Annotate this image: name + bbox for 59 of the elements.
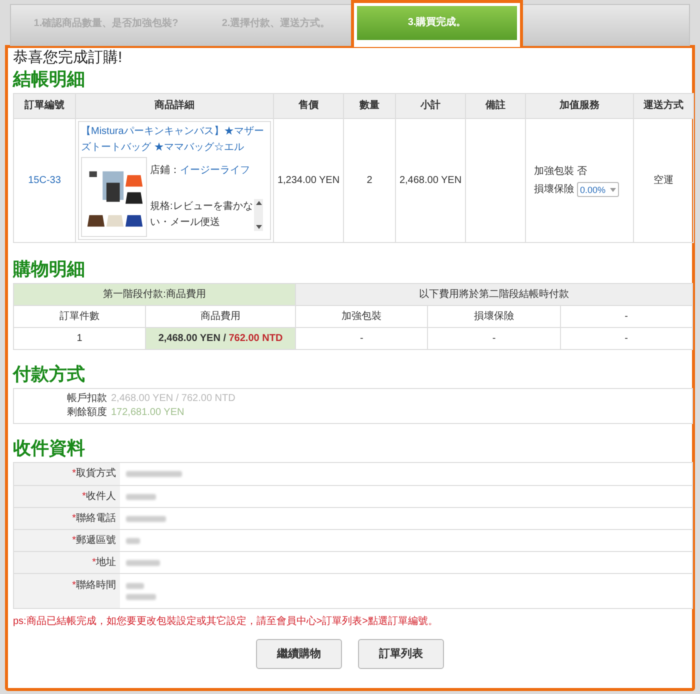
column-header: 損壞保險 [428, 306, 560, 328]
service-value: 否 [577, 164, 587, 178]
field-label: *收件人 [82, 490, 116, 504]
field-label: *地址 [92, 556, 116, 570]
column-header: 訂單編號 [14, 94, 76, 118]
notice-text: ps:商品已結帳完成，如您要更改包裝設定或其它設定，請至會員中心>訂單列表>點選訂單編號。 [13, 615, 440, 629]
redacted-value [126, 494, 156, 500]
service-label: 損壞保險 [534, 182, 574, 196]
spec-text: 規格:レビューを書かない・メール便送 [150, 200, 254, 230]
column-header: 數量 [344, 94, 396, 118]
redacted-value [126, 594, 156, 600]
price-cell: 2,468.00 YEN / 762.00 NTD [146, 328, 296, 350]
action-button[interactable]: 訂單列表 [358, 639, 444, 669]
action-button[interactable]: 繼續購物 [256, 639, 342, 669]
table-cell: 1,234.00 YEN [274, 118, 344, 242]
column-header: 訂單件數 [14, 306, 146, 328]
table-cell: 2 [344, 118, 396, 242]
column-header: 小計 [396, 94, 466, 118]
column-header: 運送方式 [634, 94, 694, 118]
field-label: *取貨方式 [72, 467, 116, 481]
field-label: 剩餘額度 [66, 406, 108, 420]
column-header: 售價 [274, 94, 344, 118]
section-title: 收件資料 [13, 437, 86, 460]
field-label: 帳戶扣款 [66, 392, 108, 406]
scrollbar-icon[interactable] [254, 199, 263, 231]
table-cell: - [428, 328, 560, 350]
product-title-link[interactable]: 【Misturaパーキンキャンバス】★マザーズトートバッグ ★ママバッグ☆エル [81, 124, 268, 156]
service-label: 加強包裝 [534, 164, 574, 178]
shop-link[interactable]: イージーライフ [180, 165, 250, 176]
column-header: 商品詳細 [76, 94, 274, 118]
section-title: 購物明細 [13, 258, 86, 281]
table-cell: 1 [14, 328, 146, 350]
field-value: 172,681.00 YEN [111, 406, 184, 420]
field-value: 2,468.00 YEN / 762.00 NTD [111, 392, 236, 406]
field-label: *聯絡時間 [72, 579, 116, 593]
insurance-select[interactable]: 0.00% [577, 182, 619, 197]
field-label: *聯絡電話 [72, 512, 116, 526]
shop-label: 店鋪：イージーライフ [150, 164, 251, 178]
field-label: *郵遞區號 [72, 534, 116, 548]
table-header: 第一階段付款:商品費用 [14, 284, 296, 306]
redacted-value [126, 538, 140, 544]
section-title: 付款方式 [13, 363, 86, 386]
section-title: 結帳明細 [13, 68, 86, 91]
redacted-value [126, 560, 160, 566]
column-header: - [560, 306, 692, 328]
column-header: 加值服務 [526, 94, 634, 118]
column-header: 備註 [466, 94, 526, 118]
table-cell: - [296, 328, 428, 350]
order-number-link[interactable]: 15C-33 [28, 174, 61, 186]
column-header: 加強包裝 [296, 306, 428, 328]
table-cell: 空運 [634, 118, 694, 242]
table-cell: 2,468.00 YEN [396, 118, 466, 242]
redacted-value [126, 582, 144, 588]
table-cell: - [560, 328, 692, 350]
caret-icon [610, 188, 616, 192]
redacted-value [126, 471, 182, 477]
redacted-value [126, 516, 166, 522]
table-header: 以下費用將於第二階段結帳時付款 [296, 284, 692, 306]
greeting: 恭喜您完成訂購! [13, 49, 124, 67]
